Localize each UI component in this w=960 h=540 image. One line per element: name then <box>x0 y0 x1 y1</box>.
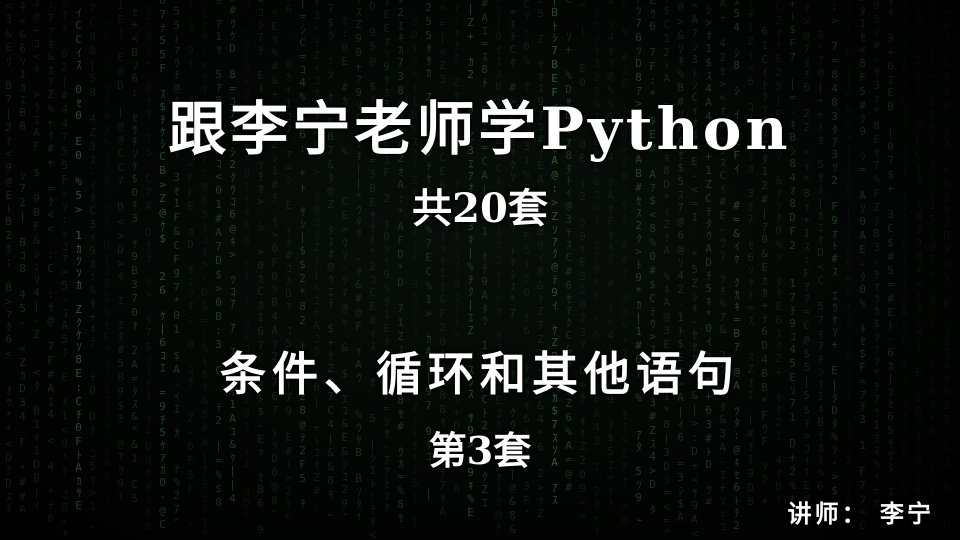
lecturer-label: 讲师： 李宁 <box>787 499 934 528</box>
lesson-set-number: 第3套 <box>428 428 532 473</box>
course-title: 跟李宁老师学Python <box>168 95 792 163</box>
title-slide: % <3&Eｳ B7|2ﾃ<9@EﾄBZｹ: B>ｱｸ6< ｵﾂ**<DｸDｽﾁ… <box>0 0 960 540</box>
lesson-topic: 条件、循环和其他语句 <box>220 347 740 401</box>
course-count: 共20套 <box>412 185 548 232</box>
